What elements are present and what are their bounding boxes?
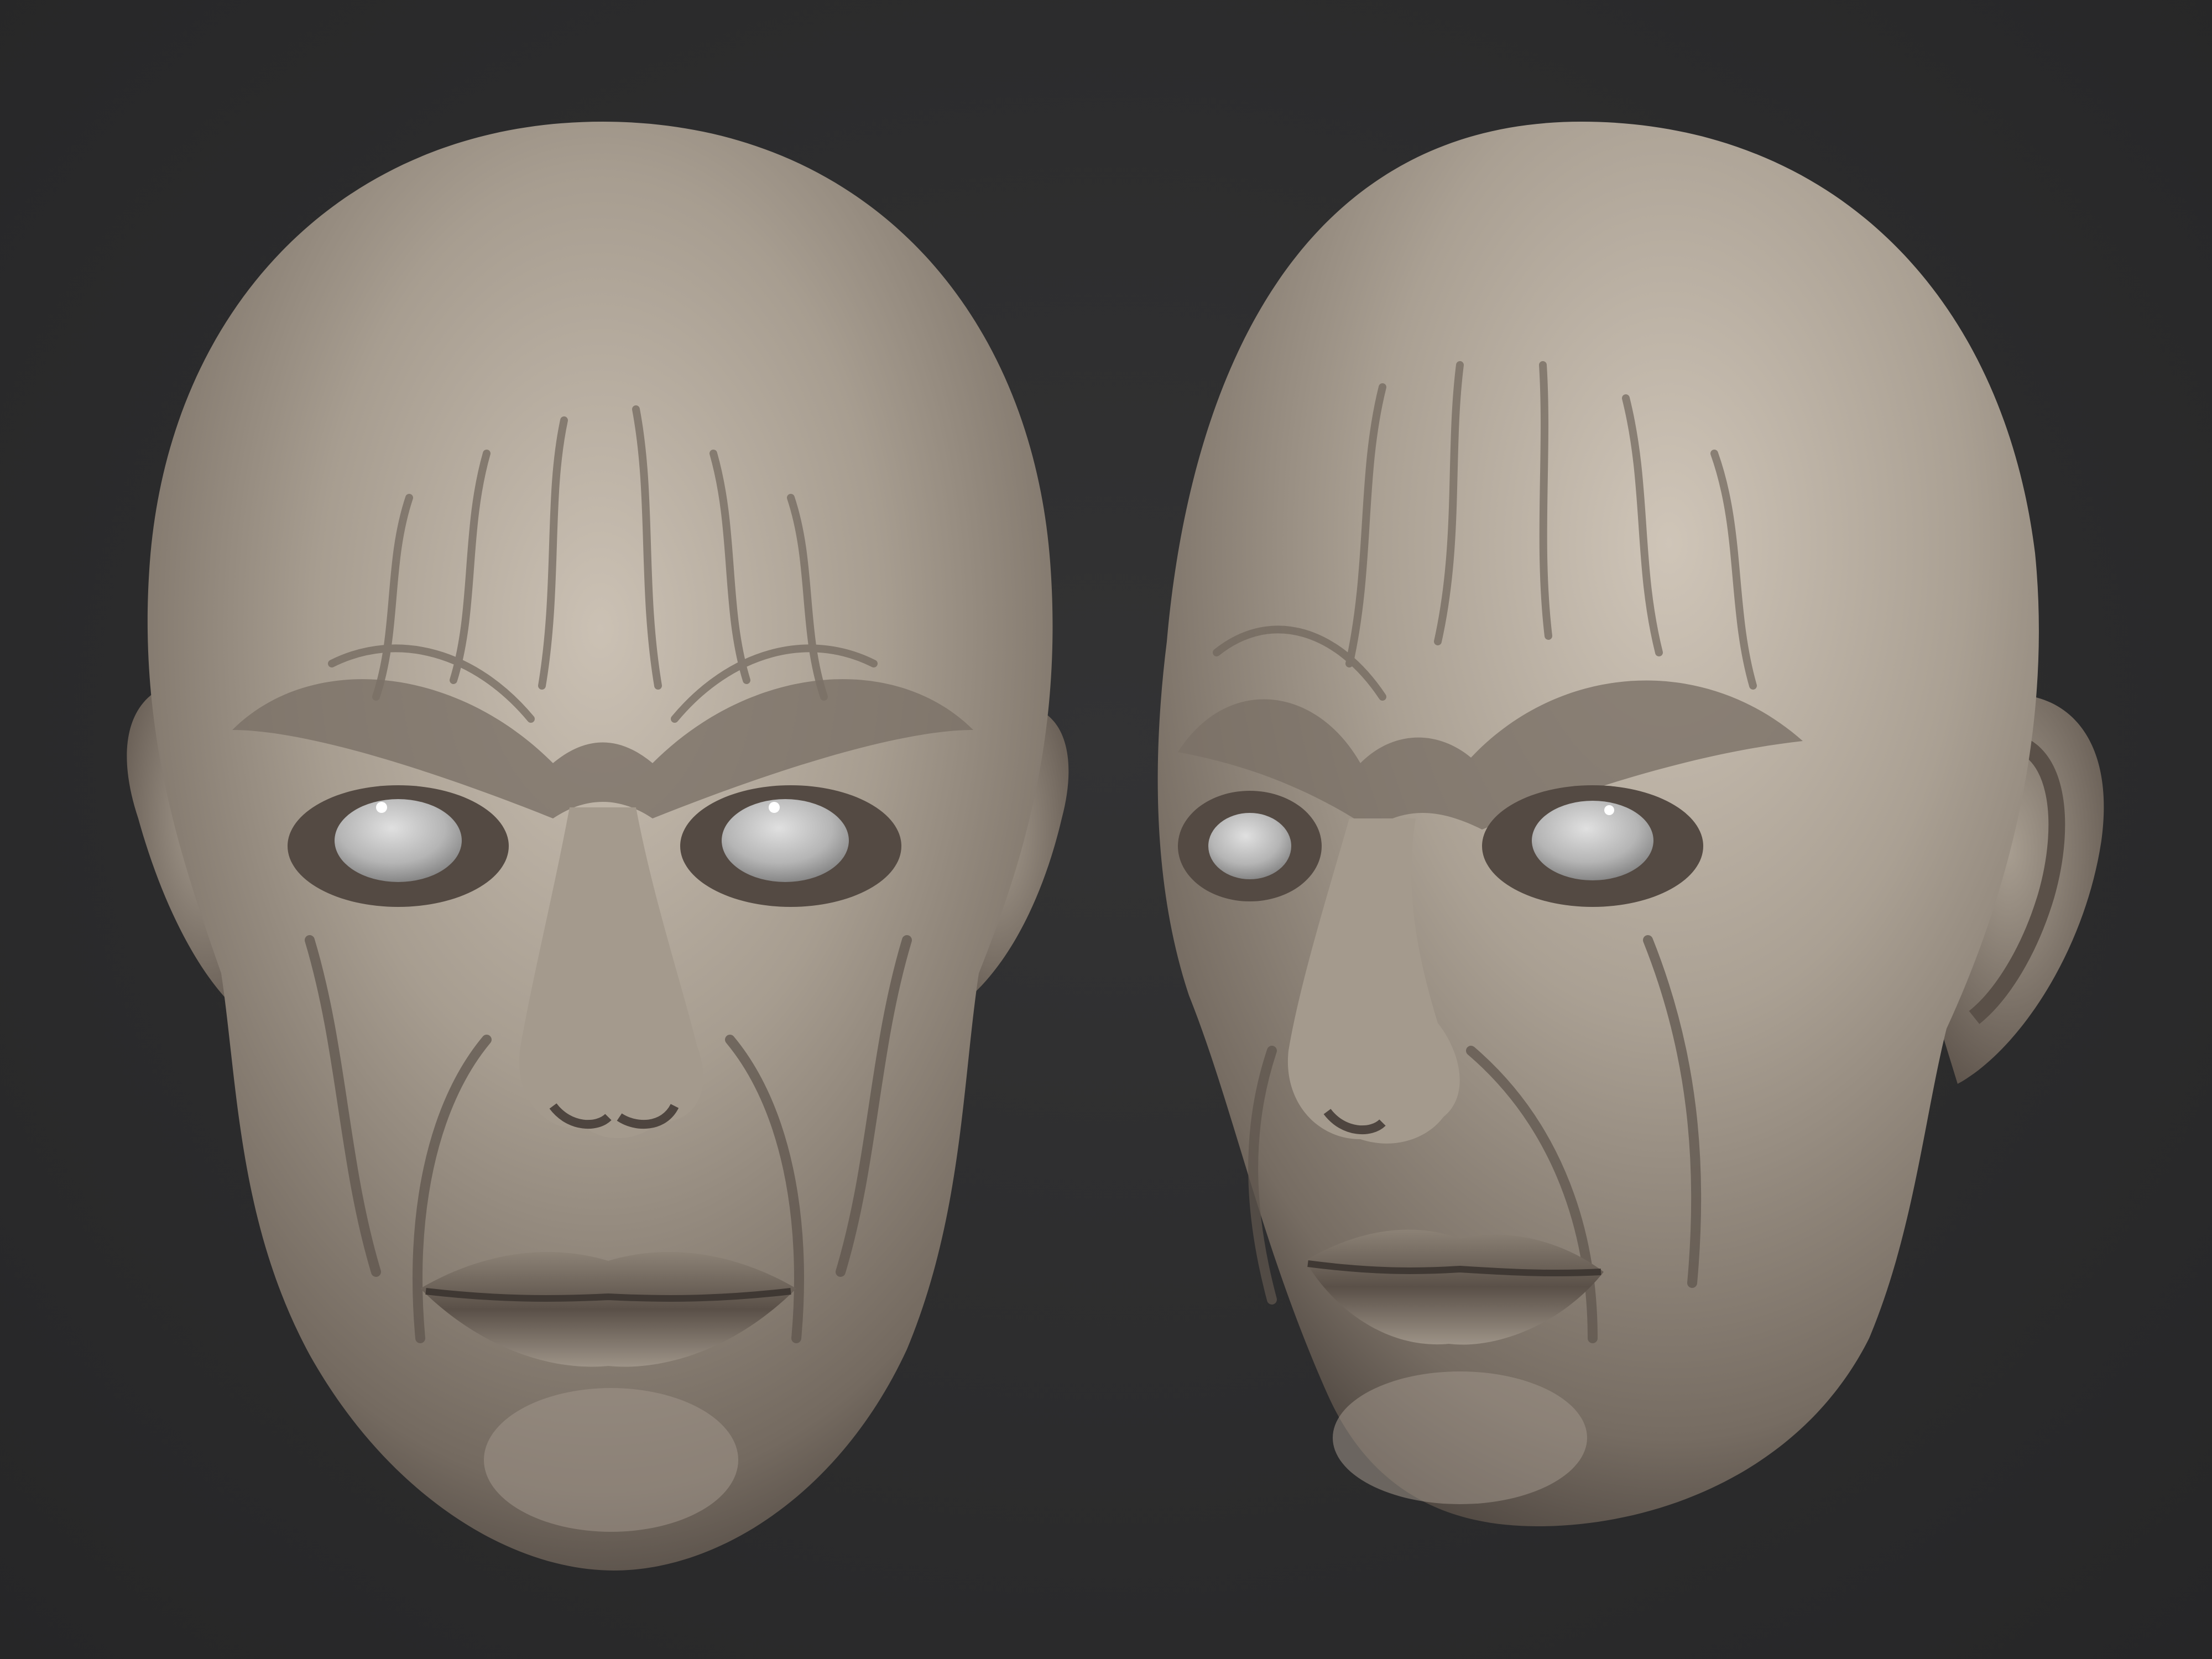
side-right-eye [1532, 801, 1653, 880]
side-chin [1333, 1371, 1587, 1504]
front-right-eye [722, 799, 849, 882]
render-viewport [0, 0, 2212, 1659]
front-right-eye-glint [769, 802, 780, 813]
side-left-eye [1208, 813, 1291, 879]
three-quarter-head [1157, 122, 2104, 1526]
front-left-eye-glint [376, 802, 387, 813]
front-left-eye [335, 799, 462, 882]
sculpt-render [127, 122, 2104, 1571]
front-chin [484, 1388, 738, 1532]
side-right-eye-glint [1604, 805, 1614, 815]
front-head [127, 122, 1069, 1571]
